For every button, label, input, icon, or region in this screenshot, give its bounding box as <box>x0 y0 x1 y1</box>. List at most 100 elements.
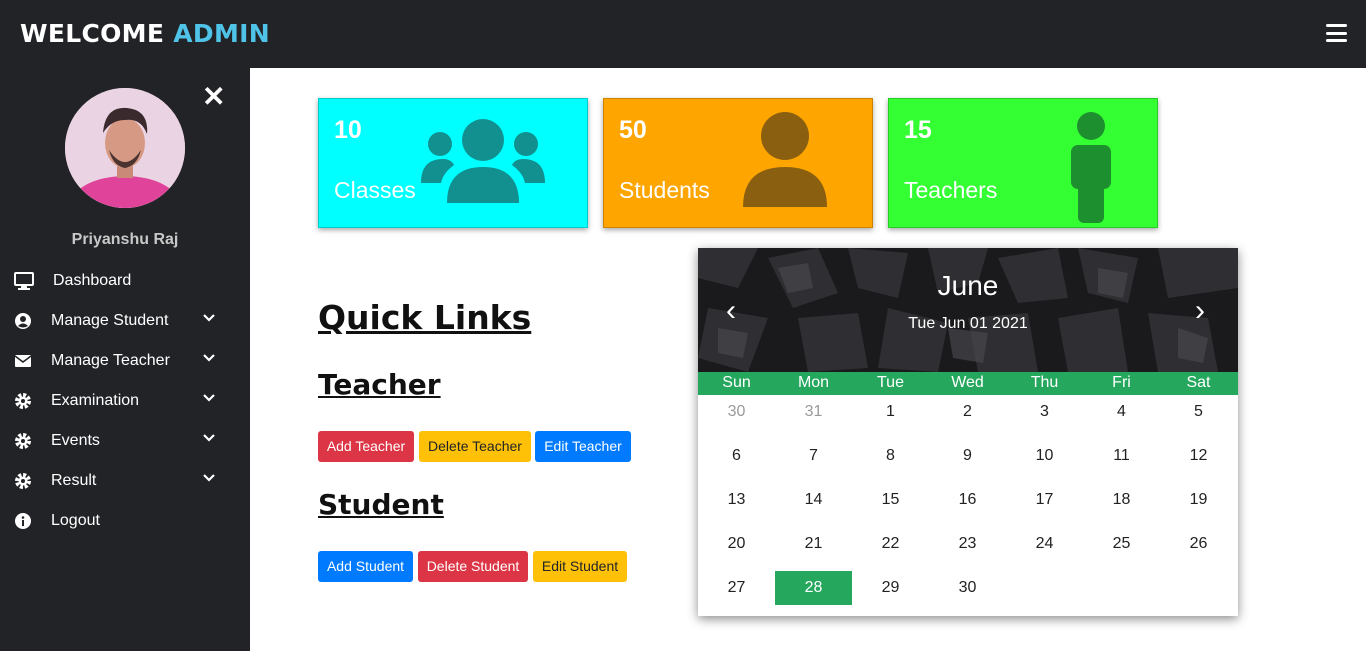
card-label: Students <box>619 177 710 203</box>
calendar-day[interactable]: 12 <box>1160 439 1237 473</box>
sidebar: ✕ Priyanshu Raj Dashboard Manage Student… <box>0 68 250 651</box>
calendar-day[interactable]: 30 <box>698 395 775 429</box>
calendar-day[interactable]: 11 <box>1083 439 1160 473</box>
sidebar-item-manage-teacher[interactable]: Manage Teacher <box>0 341 250 381</box>
calendar-day[interactable]: 13 <box>698 483 775 517</box>
calendar-day[interactable]: 30 <box>929 571 1006 605</box>
weekday-label: Thu <box>1030 374 1059 391</box>
weekday-label: Sat <box>1186 374 1211 391</box>
sidebar-item-label: Events <box>51 432 100 449</box>
calendar-weekday-row: Sun Mon Tue Wed Thu Fri Sat <box>698 372 1238 395</box>
add-student-button[interactable]: Add Student <box>318 551 413 582</box>
delete-student-button[interactable]: Delete Student <box>418 551 528 582</box>
brand-title: WELCOME ADMIN <box>20 19 270 48</box>
sidebar-item-label: Manage Teacher <box>51 352 170 369</box>
calendar-day[interactable]: 26 <box>1160 527 1237 561</box>
sidebar-item-label: Logout <box>51 512 100 529</box>
calendar-day[interactable]: 20 <box>698 527 775 561</box>
sidebar-item-manage-student[interactable]: Manage Student <box>0 301 250 341</box>
calendar-day[interactable]: 14 <box>775 483 852 517</box>
card-students[interactable]: 50 Students <box>603 98 873 228</box>
chevron-down-icon <box>203 394 215 402</box>
chevron-down-icon <box>203 354 215 362</box>
calendar-day[interactable]: 19 <box>1160 483 1237 517</box>
card-count: 50 <box>619 116 647 144</box>
chevron-down-icon <box>203 314 215 322</box>
weekday-label: Wed <box>951 374 984 391</box>
calendar-day[interactable]: 8 <box>852 439 929 473</box>
card-classes[interactable]: 10 Classes <box>318 98 588 228</box>
weekday-label: Tue <box>877 374 904 391</box>
card-teachers[interactable]: 15 Teachers <box>888 98 1158 228</box>
card-count: 15 <box>904 116 932 144</box>
calendar-day[interactable]: 6 <box>698 439 775 473</box>
calendar-day[interactable]: 10 <box>1006 439 1083 473</box>
card-count: 10 <box>334 116 362 144</box>
calendar-day[interactable]: 2 <box>929 395 1006 429</box>
calendar-day[interactable]: 15 <box>852 483 929 517</box>
card-label: Classes <box>334 177 416 203</box>
add-teacher-button[interactable]: Add Teacher <box>318 431 414 462</box>
brand-prefix: WELCOME <box>20 19 165 48</box>
calendar-day[interactable]: 4 <box>1083 395 1160 429</box>
users-group-icon <box>421 119 545 203</box>
hamburger-icon[interactable] <box>1326 24 1347 42</box>
calendar-day[interactable]: 21 <box>775 527 852 561</box>
calendar-day[interactable]: 23 <box>929 527 1006 561</box>
sidebar-item-logout[interactable]: Logout <box>0 501 250 541</box>
sidebar-item-dashboard[interactable]: Dashboard <box>0 261 250 301</box>
calendar-month: June <box>937 270 999 301</box>
sidebar-item-events[interactable]: Events <box>0 421 250 461</box>
student-heading: Student <box>318 488 444 521</box>
weekday-label: Sun <box>722 374 751 391</box>
calendar-day[interactable]: 9 <box>929 439 1006 473</box>
weekday-label: Fri <box>1112 374 1131 391</box>
card-label: Teachers <box>904 177 998 203</box>
gear-icon <box>15 393 31 409</box>
delete-teacher-button[interactable]: Delete Teacher <box>419 431 531 462</box>
brand-accent: ADMIN <box>173 19 270 48</box>
sidebar-item-label: Dashboard <box>53 272 132 289</box>
calendar-day[interactable]: 18 <box>1083 483 1160 517</box>
sidebar-item-result[interactable]: Result <box>0 461 250 501</box>
calendar-day[interactable]: 3 <box>1006 395 1083 429</box>
chevron-down-icon <box>203 434 215 442</box>
calendar-day[interactable]: 17 <box>1006 483 1083 517</box>
username: Priyanshu Raj <box>71 231 179 248</box>
envelope-icon <box>14 355 32 367</box>
gear-icon <box>15 433 31 449</box>
calendar-day[interactable]: 29 <box>852 571 929 605</box>
quick-links-title: Quick Links <box>318 298 532 337</box>
edit-teacher-button[interactable]: Edit Teacher <box>535 431 631 462</box>
weekday-label: Mon <box>797 374 830 391</box>
calendar-day[interactable]: 25 <box>1083 527 1160 561</box>
calendar-day[interactable]: 22 <box>852 527 929 561</box>
top-navbar: WELCOME ADMIN <box>0 0 1366 68</box>
calendar-header-background <box>698 248 1238 372</box>
calendar-day[interactable]: 24 <box>1006 527 1083 561</box>
teacher-heading: Teacher <box>318 368 441 401</box>
info-icon <box>15 513 31 529</box>
edit-student-button[interactable]: Edit Student <box>533 551 627 582</box>
calendar-day-today[interactable]: 28 <box>775 571 852 605</box>
calendar-date: Tue Jun 01 2021 <box>908 315 1028 332</box>
sidebar-menu: Dashboard Manage Student Manage Teacher … <box>0 261 250 541</box>
avatar <box>65 88 185 208</box>
calendar-day[interactable]: 7 <box>775 439 852 473</box>
standing-person-icon <box>1071 112 1111 223</box>
sidebar-item-label: Result <box>51 472 97 489</box>
calendar-day[interactable]: 31 <box>775 395 852 429</box>
calendar-day[interactable]: 1 <box>852 395 929 429</box>
calendar-next-button[interactable]: › <box>1195 294 1205 328</box>
calendar-day[interactable]: 27 <box>698 571 775 605</box>
calendar-day[interactable]: 16 <box>929 483 1006 517</box>
sidebar-item-examination[interactable]: Examination <box>0 381 250 421</box>
sidebar-item-label: Examination <box>51 392 140 409</box>
close-icon[interactable]: ✕ <box>202 83 225 111</box>
user-circle-icon <box>15 313 31 329</box>
chevron-down-icon <box>203 474 215 482</box>
calendar-day[interactable]: 5 <box>1160 395 1237 429</box>
gear-icon <box>15 473 31 489</box>
calendar-widget: ‹ June Tue Jun 01 2021 › Sun Mon Tue Wed… <box>698 248 1238 616</box>
monitor-icon <box>14 272 34 290</box>
